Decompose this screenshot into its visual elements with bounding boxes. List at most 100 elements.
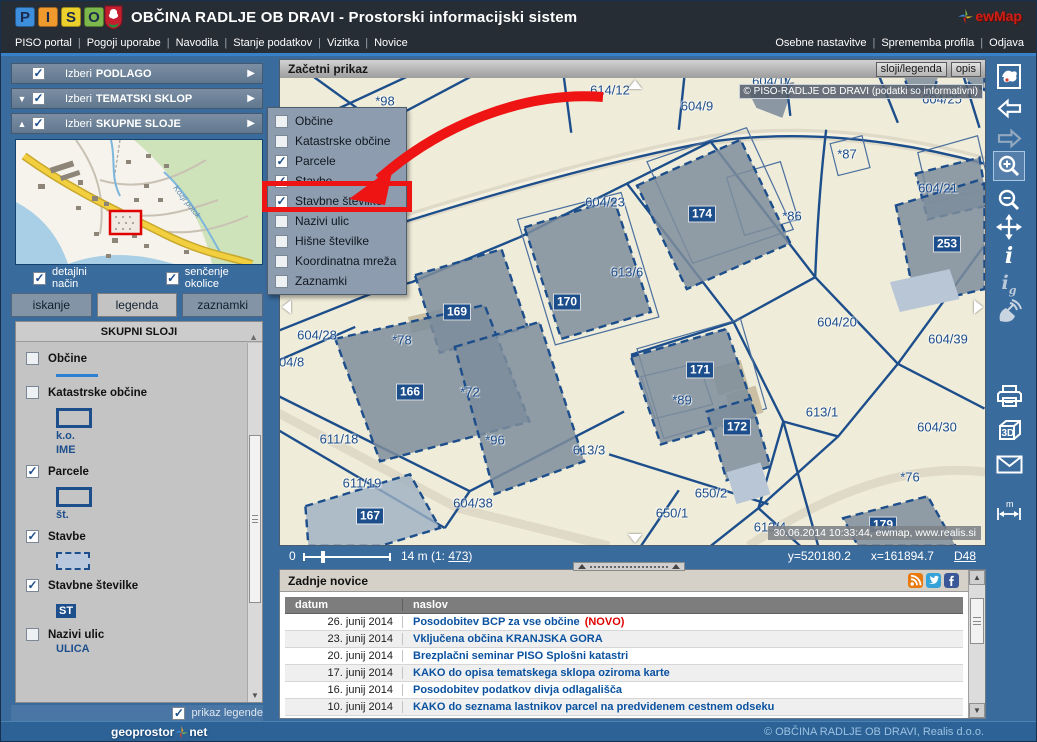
news-date: 16. junij 2014 <box>285 684 403 696</box>
tab-iskanje[interactable]: iskanje <box>11 293 92 317</box>
print-icon[interactable] <box>993 381 1025 411</box>
pan-north-icon[interactable] <box>628 80 642 89</box>
news-link[interactable]: Brezplačni seminar PISO Splošni katastri <box>403 650 628 662</box>
layer-checkbox[interactable]: ✓ <box>275 235 288 248</box>
accordion-podlago[interactable]: ✓IzberiPODLAGO▶ <box>11 63 263 84</box>
menu-item-novice[interactable]: Novice <box>374 37 408 49</box>
zoom-in-icon[interactable] <box>993 151 1025 181</box>
accordion-checkbox[interactable]: ✓ <box>32 117 45 130</box>
measure-icon[interactable]: m <box>993 495 1025 525</box>
news-scrollbar[interactable]: ▲ ▼ <box>968 570 985 718</box>
pan-south-icon[interactable] <box>628 534 642 543</box>
twitter-icon[interactable] <box>926 573 941 588</box>
popup-layer-katastrske-občine[interactable]: ✓Katastrske občine <box>268 131 406 151</box>
popup-layer-hišne-številke[interactable]: ✓Hišne številke <box>268 231 406 251</box>
option-checkbox[interactable]: ✓ <box>33 272 46 285</box>
popup-layer-zaznamki[interactable]: ✓Zaznamki <box>268 271 406 291</box>
scale-link[interactable]: 473 <box>448 549 468 563</box>
popup-layer-parcele[interactable]: ✓Parcele <box>268 151 406 171</box>
layer-checkbox[interactable]: ✓ <box>275 275 288 288</box>
layer-label: Nazivi ulic <box>295 214 349 228</box>
news-link[interactable]: Posodobitev podatkov divja odlagališča <box>403 684 622 696</box>
accordion-skupne-sloje[interactable]: ▲✓IzberiSKUPNE SLOJE▶ <box>11 113 263 134</box>
legend-checkbox[interactable]: ✓ <box>26 530 39 543</box>
news-panel: Zadnje novice datumnaslov26. junij 2014P… <box>279 569 986 719</box>
gps-icon[interactable] <box>993 297 1025 327</box>
forward-icon[interactable] <box>993 123 1025 153</box>
pan-east-icon[interactable] <box>974 300 983 314</box>
legend-checkbox[interactable]: ✓ <box>26 465 39 478</box>
legend-checkbox[interactable]: ✓ <box>26 579 39 592</box>
overview-minimap[interactable]: Kozji potok <box>15 139 263 265</box>
back-icon[interactable] <box>993 93 1025 123</box>
facebook-icon[interactable] <box>944 573 959 588</box>
description-button[interactable]: opis <box>951 62 981 77</box>
menu-item-piso-portal[interactable]: PISO portal <box>15 37 72 49</box>
scale-slider-handle[interactable] <box>321 551 325 563</box>
accordion-checkbox[interactable]: ✓ <box>32 67 45 80</box>
news-link[interactable]: KAKO do opisa tematskega sklopa oziroma … <box>403 667 670 679</box>
news-date: 26. junij 2014 <box>285 616 403 628</box>
accordion-tematski-sklop[interactable]: ▼✓IzberiTEMATSKI SKLOP▶ <box>11 88 263 109</box>
accordion-checkbox[interactable]: ✓ <box>32 92 45 105</box>
identify-icon[interactable]: i <box>993 241 1025 271</box>
layer-checkbox[interactable]: ✓ <box>275 135 288 148</box>
parcel-label: *86 <box>782 209 802 224</box>
layer-checkbox[interactable]: ✓ <box>275 215 288 228</box>
news-link[interactable]: Posodobitev BCP za vse občine(NOVO) <box>403 616 624 628</box>
building-label: 170 <box>554 295 580 310</box>
rss-icon[interactable] <box>908 573 923 588</box>
menu-item-pogoji-uporabe[interactable]: Pogoji uporabe <box>87 37 161 49</box>
layer-checkbox[interactable]: ✓ <box>275 115 288 128</box>
pan-icon[interactable] <box>993 212 1025 242</box>
popup-layer-občine[interactable]: ✓Občine <box>268 111 406 131</box>
expand-right-icon[interactable]: ▶ <box>247 68 255 79</box>
scroll-down-icon[interactable]: ▼ <box>969 703 985 718</box>
tab-legenda[interactable]: legenda <box>97 293 178 317</box>
expand-right-icon[interactable]: ▶ <box>247 118 255 129</box>
mail-icon[interactable] <box>993 449 1025 479</box>
scrollbar-thumb[interactable] <box>970 598 984 644</box>
chevron-down-icon[interactable]: ▼ <box>12 94 32 104</box>
menu-item-stanje-podatkov[interactable]: Stanje podatkov <box>233 37 312 49</box>
legend-checkbox[interactable]: ✓ <box>26 386 39 399</box>
popup-layer-nazivi-ulic[interactable]: ✓ Nazivi ulic <box>268 211 406 231</box>
scrollbar-thumb[interactable] <box>249 435 261 603</box>
svg-text:3D: 3D <box>1001 428 1014 439</box>
option-checkbox[interactable]: ✓ <box>166 272 179 285</box>
news-link[interactable]: Vključena občina KRANJSKA GORA <box>403 633 603 645</box>
layer-checkbox[interactable]: ✓ <box>275 255 288 268</box>
zoom-out-icon[interactable] <box>993 185 1025 215</box>
panel-splitter[interactable] <box>573 562 685 571</box>
menu-item-osebne-nastavitve[interactable]: Osebne nastavitve <box>775 37 866 49</box>
menu-item-odjava[interactable]: Odjava <box>989 37 1024 49</box>
news-link[interactable]: KAKO do seznama lastnikov parcel na pred… <box>403 701 774 713</box>
rect-symbol <box>56 487 247 507</box>
legend-scrollbar[interactable]: ▼ <box>247 343 262 702</box>
chevron-up-icon[interactable]: ▲ <box>12 119 32 129</box>
pan-west-icon[interactable] <box>282 300 291 314</box>
scroll-up-icon[interactable]: ▲ <box>969 570 985 585</box>
3d-view-icon[interactable]: 3D <box>993 415 1025 445</box>
layer-checkbox[interactable]: ✓ <box>275 155 288 168</box>
menu-item-navodila[interactable]: Navodila <box>176 37 219 49</box>
layers-legend-button[interactable]: sloji/legenda <box>876 62 947 77</box>
identify-gis-icon[interactable]: ig <box>993 269 1025 299</box>
legend-checkbox[interactable]: ✓ <box>26 628 39 641</box>
show-legend-checkbox[interactable]: ✓ <box>172 707 185 720</box>
legend-item-stavbe: ✓Stavbe <box>26 530 247 543</box>
news-row: 20. junij 2014Brezplačni seminar PISO Sp… <box>285 648 963 665</box>
scale-slider-track[interactable] <box>303 556 391 558</box>
datum-link[interactable]: D48 <box>954 549 976 563</box>
tab-zaznamki[interactable]: zaznamki <box>182 293 263 317</box>
menu-separator: | <box>224 37 227 49</box>
news-row: 17. junij 2014KAKO do opisa tematskega s… <box>285 665 963 682</box>
legend-checkbox[interactable]: ✓ <box>26 352 39 365</box>
popup-layer-koordinatna-mreža[interactable]: ✓Koordinatna mreža <box>268 251 406 271</box>
expand-right-icon[interactable]: ▶ <box>247 93 255 104</box>
menu-item-sprememba-profila[interactable]: Sprememba profila <box>881 37 974 49</box>
menu-item-vizitka[interactable]: Vizitka <box>327 37 359 49</box>
scroll-down-icon[interactable]: ▼ <box>248 691 262 700</box>
menu-separator: | <box>980 37 983 49</box>
overview-map-icon[interactable] <box>993 61 1025 91</box>
